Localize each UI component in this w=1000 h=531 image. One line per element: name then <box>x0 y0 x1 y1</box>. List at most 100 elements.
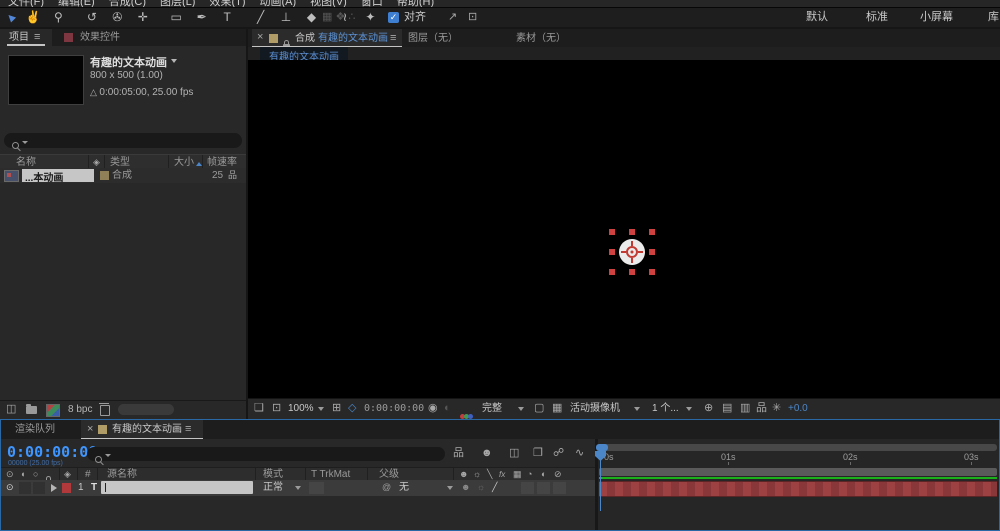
layer-name-edit-field[interactable] <box>101 481 253 494</box>
rotation-tool-icon[interactable]: ↺ <box>81 8 102 27</box>
project-search-input[interactable] <box>4 133 242 148</box>
chevron-down-icon[interactable] <box>634 407 640 414</box>
mask-visibility-icon[interactable]: ◇ <box>348 402 356 415</box>
current-time-display[interactable]: 0:00:00:00 <box>7 443 97 461</box>
layer-collapse-icon[interactable]: ☼ <box>477 481 485 494</box>
viewer-timecode[interactable]: 0:00:00:00 <box>364 402 424 415</box>
menu-item-effect[interactable]: 效果(T) <box>209 0 245 7</box>
tab-render-queue[interactable]: 渲染队列 <box>15 423 55 436</box>
rectangle-tool-icon[interactable]: ▭ <box>166 8 187 27</box>
brainstorm-icon[interactable]: ☍ <box>553 447 564 460</box>
composition-canvas[interactable] <box>248 60 1000 398</box>
menu-item-window[interactable]: 窗口 <box>361 0 383 7</box>
frame-blending-icon[interactable]: ◫ <box>509 447 519 460</box>
parent-dropdown[interactable]: 无 <box>399 481 409 494</box>
tab-layer-viewer[interactable]: 图层（无） <box>408 32 458 45</box>
project-item-name-field[interactable]: ...本动画 <box>22 169 94 182</box>
region-expand-icon[interactable]: ⊡ <box>468 11 477 24</box>
pixel-aspect-icon[interactable]: ⊕ <box>704 402 713 415</box>
workspace-small-screen[interactable]: 小屏幕 <box>920 11 953 24</box>
new-composition-icon[interactable] <box>46 404 60 417</box>
time-navigator-bar[interactable] <box>601 444 997 451</box>
new-folder-icon[interactable] <box>26 406 37 414</box>
selection-handle[interactable] <box>649 269 655 275</box>
menu-item-edit[interactable]: 编辑(E) <box>58 0 95 7</box>
pan-behind-tool-icon[interactable]: ✛ <box>132 8 153 27</box>
workspace-standard[interactable]: 标准 <box>866 11 888 24</box>
menu-item-animation[interactable]: 动画(A) <box>260 0 297 7</box>
timeline-menu-icon[interactable]: ≡ <box>185 423 191 436</box>
transparency-grid-icon[interactable]: ▦ <box>552 402 562 415</box>
layer-quality-icon[interactable]: ╱ <box>492 481 497 494</box>
region-of-interest-icon[interactable]: ▢ <box>534 402 544 415</box>
trkmat-cell[interactable] <box>309 482 324 494</box>
label-color-swatch[interactable] <box>100 171 109 180</box>
chevron-down-icon[interactable] <box>447 486 453 493</box>
selection-tool-icon[interactable]: ► <box>0 6 23 29</box>
clone-stamp-tool-icon[interactable]: ⊥ <box>276 8 297 27</box>
selection-handle[interactable] <box>609 229 615 235</box>
chevron-down-icon[interactable] <box>295 486 301 493</box>
time-ruler[interactable]: 0s 01s 02s 03s <box>598 451 999 465</box>
tab-footage-viewer[interactable]: 素材（无） <box>516 32 566 45</box>
resolution-dropdown[interactable]: 完整 <box>482 402 502 415</box>
layer-duration-bar[interactable] <box>599 481 997 497</box>
grid-guides-icon[interactable]: ⊞ <box>332 402 341 415</box>
chevron-down-icon[interactable] <box>318 407 324 414</box>
chevron-down-icon[interactable] <box>686 407 692 414</box>
workspace-default[interactable]: 默认 <box>806 11 828 24</box>
camera-tool-icon[interactable]: ✇ <box>107 8 128 27</box>
layer-expand-icon[interactable] <box>51 484 61 492</box>
timeline-search-input[interactable] <box>87 447 445 461</box>
selection-handle[interactable] <box>609 249 615 255</box>
fast-previews-icon[interactable]: ▤ <box>722 402 732 415</box>
layer-shy-icon[interactable]: ☻ <box>461 481 470 494</box>
layer-solo-cell[interactable] <box>33 482 45 494</box>
layer-audio-cell[interactable] <box>19 482 31 494</box>
snap-checkbox[interactable]: ✓ <box>388 12 399 23</box>
always-preview-icon[interactable]: ❏ <box>254 402 264 415</box>
flowchart-icon[interactable]: 品 <box>756 402 767 415</box>
exposure-value[interactable]: +0.0 <box>788 402 808 415</box>
selection-handle[interactable] <box>649 249 655 255</box>
close-tab-icon[interactable]: × <box>257 31 263 44</box>
layer-switch-cell[interactable] <box>553 482 566 494</box>
brush-tool-icon[interactable]: ╱ <box>250 8 271 27</box>
menu-item-layer[interactable]: 图层(L) <box>160 0 195 7</box>
project-item-row[interactable]: ...本动画 合成 25 品 <box>0 168 246 183</box>
tab-effect-controls[interactable]: 效果控件 <box>56 29 186 46</box>
layer-switch-cell[interactable] <box>537 482 550 494</box>
delete-icon[interactable] <box>100 405 110 416</box>
work-area-bar[interactable] <box>599 468 997 476</box>
tab-project[interactable]: 项目 ≡ <box>0 29 52 46</box>
graph-editor-icon[interactable]: ∿ <box>575 447 584 460</box>
chevron-down-icon[interactable] <box>518 407 524 414</box>
eraser-tool-icon[interactable]: ◆ <box>301 8 322 27</box>
zoom-tool-icon[interactable]: ⚲ <box>48 8 69 27</box>
anchor-point-target[interactable] <box>617 237 647 267</box>
comp-name-dropdown-icon[interactable] <box>171 59 177 66</box>
pen-tool-icon[interactable]: ✒ <box>191 8 212 27</box>
snapshot-icon[interactable]: ◉ <box>428 402 438 415</box>
panel-menu-icon[interactable]: ≡ <box>34 31 40 44</box>
puppet-pin-tool-icon[interactable]: ✦ <box>360 8 381 27</box>
selection-handle[interactable] <box>629 269 635 275</box>
hand-tool-icon[interactable]: ✌ <box>22 8 43 27</box>
selection-handle[interactable] <box>629 229 635 235</box>
comp-navigator-tab[interactable]: 有趣的文本动画 <box>260 47 348 60</box>
type-tool-icon[interactable]: T <box>217 8 238 27</box>
magnification-dropdown[interactable]: 100% <box>288 402 314 415</box>
layer-row[interactable]: ⊙ 1 T 正常 @ 无 ☻ ☼ ╱ <box>1 480 595 496</box>
menu-item-help[interactable]: 帮助(H) <box>397 0 434 7</box>
selection-handle[interactable] <box>649 229 655 235</box>
panel-resize-pill[interactable] <box>118 404 174 415</box>
camera-dropdown[interactable]: 活动摄像机 <box>570 402 620 415</box>
blend-mode-dropdown[interactable]: 正常 <box>263 481 283 494</box>
main-monitor-icon[interactable]: ⊡ <box>272 402 281 415</box>
project-comp-name[interactable]: 有趣的文本动画 <box>90 57 167 69</box>
exposure-reset-icon[interactable]: ✳ <box>772 402 781 415</box>
layer-switch-cell[interactable] <box>521 482 534 494</box>
layer-label-swatch[interactable] <box>62 483 71 493</box>
selection-handle[interactable] <box>609 269 615 275</box>
close-tab-icon[interactable]: × <box>87 423 93 436</box>
